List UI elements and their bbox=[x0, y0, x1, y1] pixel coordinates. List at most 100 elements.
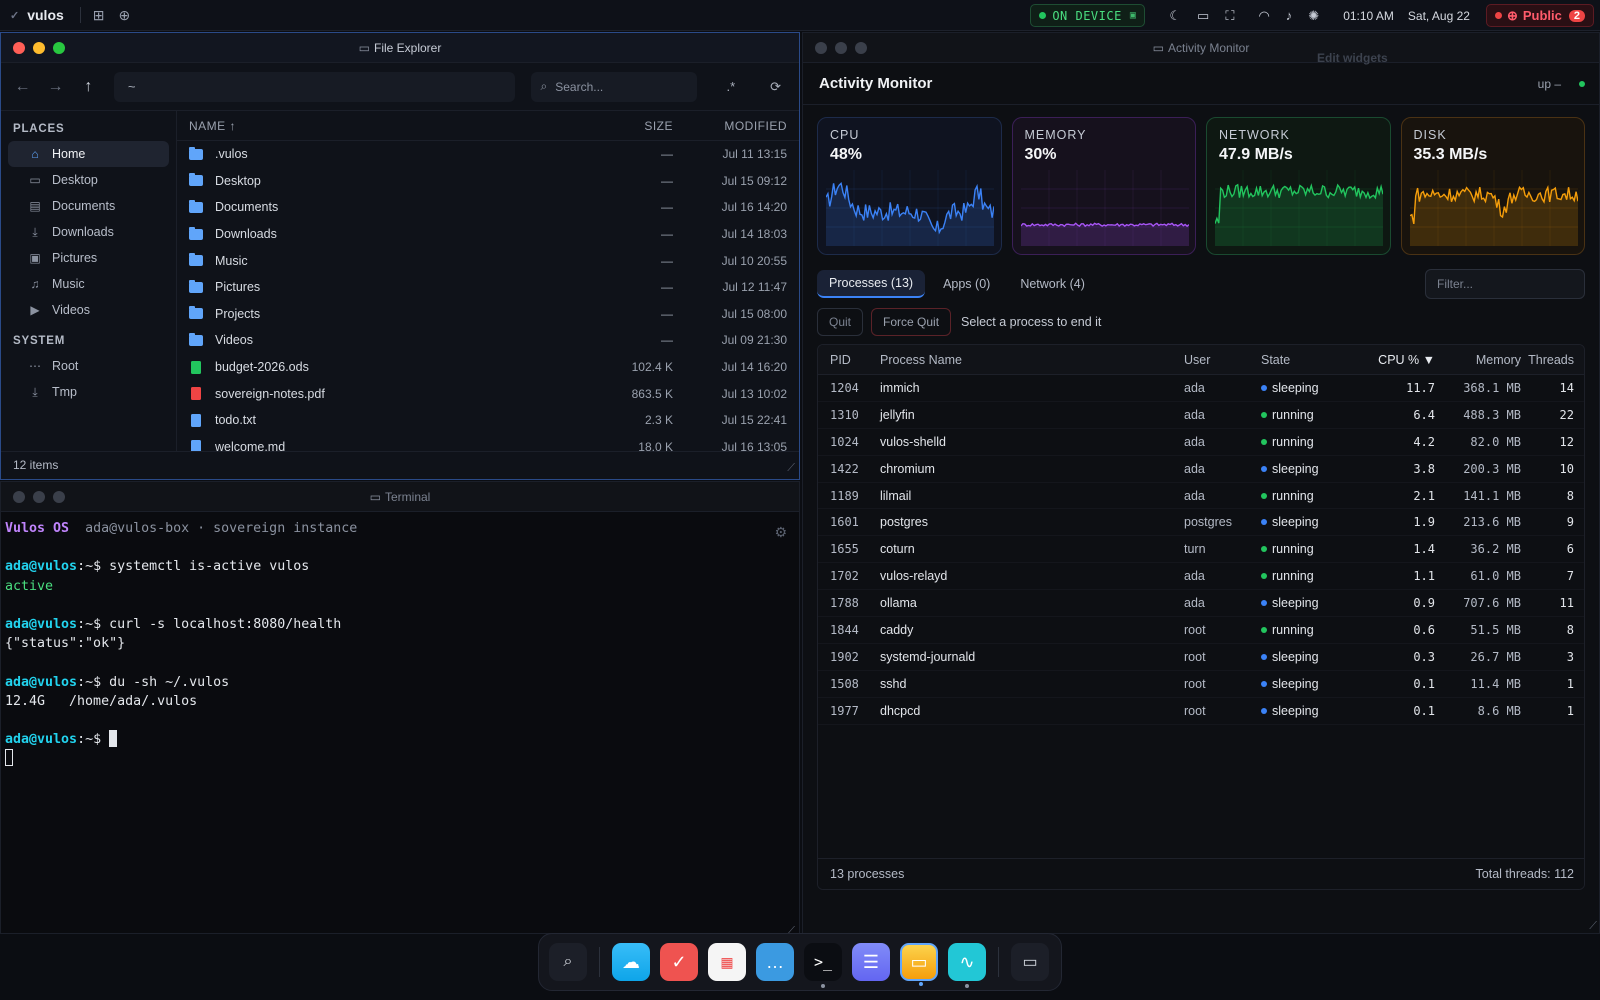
memory-column-header[interactable]: Memory bbox=[1435, 353, 1521, 367]
maximize-button[interactable] bbox=[855, 41, 867, 54]
force-quit-button[interactable]: Force Quit bbox=[871, 308, 952, 336]
minimize-button[interactable] bbox=[33, 490, 45, 503]
table-row[interactable]: 1204 immich ada sleeping 11.7 368.1 MB 14 bbox=[818, 375, 1584, 402]
cpu-card[interactable]: CPU 48% bbox=[817, 117, 1002, 255]
table-row[interactable]: 1655 coturn turn running 1.4 36.2 MB 6 bbox=[818, 536, 1584, 564]
resize-handle-icon[interactable]: ⟋ bbox=[1589, 920, 1597, 933]
sidebar-item-desktop[interactable]: ▭ Desktop bbox=[8, 167, 169, 193]
minimize-button[interactable] bbox=[835, 41, 847, 54]
sidebar-item-downloads[interactable]: ⤓ Downloads bbox=[8, 219, 169, 245]
minimize-button[interactable] bbox=[33, 41, 45, 54]
sidebar-item-documents[interactable]: ▤ Documents bbox=[8, 193, 169, 219]
table-row[interactable]: 1977 dhcpcd root sleeping 0.1 8.6 MB 1 bbox=[818, 698, 1584, 725]
table-row[interactable]: 1310 jellyfin ada running 6.4 488.3 MB 22 bbox=[818, 402, 1584, 429]
sidebar-item-music[interactable]: ♫ Music bbox=[8, 271, 169, 297]
pid-column-header[interactable]: PID bbox=[818, 353, 880, 367]
file-row[interactable]: welcome.md 18.0 K Jul 16 13:05 bbox=[177, 434, 799, 451]
settings-icon[interactable]: ☰ bbox=[852, 943, 890, 981]
search-input[interactable]: ⌕ Search... bbox=[530, 71, 698, 102]
file-row[interactable]: .vulos — Jul 11 13:15 bbox=[177, 141, 799, 168]
edit-widgets-link[interactable]: Edit widgets bbox=[1317, 51, 1388, 65]
network-card[interactable]: NETWORK 47.9 MB/s bbox=[1206, 117, 1391, 255]
window-titlebar[interactable]: ▭ Activity Monitor Edit widgets bbox=[803, 33, 1599, 65]
clock-time[interactable]: 01:10 AM bbox=[1343, 9, 1394, 23]
brightness-icon[interactable]: ✺ bbox=[1308, 8, 1319, 24]
state-column-header[interactable]: State bbox=[1261, 353, 1361, 367]
window-titlebar[interactable]: ▭ Terminal bbox=[1, 482, 799, 512]
sidebar-item-root[interactable]: ⋯ Root bbox=[8, 353, 169, 379]
pocket-icon[interactable]: ✓ bbox=[660, 943, 698, 981]
calendar-icon[interactable]: ▦ bbox=[708, 943, 746, 981]
tab-apps[interactable]: Apps (0) bbox=[931, 271, 1002, 297]
table-row[interactable]: 1508 sshd root sleeping 0.1 11.4 MB 1 bbox=[818, 671, 1584, 698]
sidebar-item-tmp[interactable]: ⤓ Tmp bbox=[8, 379, 169, 405]
file-row[interactable]: todo.txt 2.3 K Jul 15 22:41 bbox=[177, 407, 799, 434]
table-row[interactable]: 1601 postgres postgres sleeping 1.9 213.6 MB 9 bbox=[818, 509, 1584, 537]
window-titlebar[interactable]: ▭ File Explorer bbox=[1, 33, 799, 63]
search-icon[interactable]: ⌕ bbox=[549, 943, 587, 981]
gear-icon[interactable]: ⚙ bbox=[774, 524, 787, 543]
back-button[interactable]: ← bbox=[11, 78, 34, 96]
table-row[interactable]: 1844 caddy root running 0.6 51.5 MB 8 bbox=[818, 617, 1584, 644]
wifi-icon[interactable]: ◠ bbox=[1258, 8, 1269, 24]
file-row[interactable]: sovereign-notes.pdf 863.5 K Jul 13 10:02 bbox=[177, 380, 799, 407]
app-menu[interactable]: ✓ vulos bbox=[0, 7, 64, 23]
link-icon[interactable]: ⊕ bbox=[119, 7, 131, 24]
activity-icon[interactable]: ∿ bbox=[948, 943, 986, 988]
fullscreen-icon[interactable]: ⛶ bbox=[1225, 8, 1234, 24]
files-icon[interactable]: ▭ bbox=[900, 943, 938, 986]
table-row[interactable]: 1702 vulos-relayd ada running 1.1 61.0 MB 7 bbox=[818, 563, 1584, 591]
file-row[interactable]: Desktop — Jul 15 09:12 bbox=[177, 168, 799, 195]
resize-handle-icon[interactable]: ⟋ bbox=[787, 462, 795, 475]
close-button[interactable] bbox=[815, 41, 827, 54]
table-row[interactable]: 1422 chromium ada sleeping 3.8 200.3 MB 10 bbox=[818, 456, 1584, 483]
file-row[interactable]: Projects — Jul 15 08:00 bbox=[177, 301, 799, 328]
modified-column-header[interactable]: MODIFIED bbox=[673, 119, 799, 133]
public-badge[interactable]: ⊕ Public 2 bbox=[1485, 4, 1594, 27]
tab-network[interactable]: Network (4) bbox=[1008, 271, 1097, 297]
moon-icon[interactable]: ☾ bbox=[1169, 8, 1181, 24]
close-button[interactable] bbox=[13, 41, 25, 54]
maximize-button[interactable] bbox=[53, 490, 65, 503]
tab-processes[interactable]: Processes (13) bbox=[817, 270, 926, 298]
sidebar-item-videos[interactable]: ▶ Videos bbox=[8, 297, 169, 323]
close-button[interactable] bbox=[13, 490, 25, 503]
file-row[interactable]: Music — Jul 10 20:55 bbox=[177, 247, 799, 274]
cpu-column-header[interactable]: CPU % ▼ bbox=[1361, 353, 1435, 367]
table-row[interactable]: 1024 vulos-shelld ada running 4.2 82.0 MB 12 bbox=[818, 429, 1584, 456]
chat-bubble-icon[interactable]: ▭ bbox=[1197, 8, 1209, 24]
file-row[interactable]: Pictures — Jul 12 11:47 bbox=[177, 274, 799, 301]
clock-date[interactable]: Sat, Aug 22 bbox=[1408, 9, 1470, 23]
apps-grid-icon[interactable]: ⊞ bbox=[93, 7, 105, 24]
maximize-button[interactable] bbox=[53, 41, 65, 54]
forward-button[interactable]: → bbox=[44, 78, 67, 96]
name-column-header[interactable]: NAME ↑ bbox=[177, 119, 573, 133]
name-column-header[interactable]: Process Name bbox=[880, 353, 1184, 367]
on-device-badge[interactable]: ON DEVICE ▣ bbox=[1030, 4, 1146, 27]
file-row[interactable]: Downloads — Jul 14 18:03 bbox=[177, 221, 799, 248]
filter-input[interactable]: Filter... bbox=[1425, 269, 1585, 299]
chat-icon[interactable]: … bbox=[756, 943, 794, 981]
quit-button[interactable]: Quit bbox=[817, 308, 864, 336]
file-row[interactable]: Documents — Jul 16 14:20 bbox=[177, 194, 799, 221]
table-row[interactable]: 1189 lilmail ada running 2.1 141.1 MB 8 bbox=[818, 483, 1584, 510]
sidebar-item-pictures[interactable]: ▣ Pictures bbox=[8, 245, 169, 271]
size-column-header[interactable]: SIZE bbox=[573, 119, 673, 133]
messages-icon[interactable]: ▭ bbox=[1011, 943, 1049, 981]
file-row[interactable]: Videos — Jul 09 21:30 bbox=[177, 327, 799, 354]
table-row[interactable]: 1902 systemd-journald root sleeping 0.3 26.7 … bbox=[818, 644, 1584, 671]
path-input[interactable]: ~ bbox=[113, 71, 515, 102]
bell-icon[interactable]: ♪ bbox=[1286, 8, 1293, 23]
disk-card[interactable]: DISK 35.3 MB/s bbox=[1400, 117, 1585, 255]
memory-card[interactable]: MEMORY 30% bbox=[1011, 117, 1196, 255]
table-row[interactable]: 1788 ollama ada sleeping 0.9 707.6 MB 11 bbox=[818, 590, 1584, 618]
user-column-header[interactable]: User bbox=[1184, 353, 1261, 367]
refresh-button[interactable]: ⟳ bbox=[762, 79, 789, 95]
file-row[interactable]: budget-2026.ods 102.4 K Jul 14 16:20 bbox=[177, 354, 799, 381]
sidebar-item-home[interactable]: ⌂ Home bbox=[8, 141, 169, 167]
threads-column-header[interactable]: Threads bbox=[1521, 353, 1584, 367]
cloud-upload-icon[interactable]: ☁ bbox=[612, 943, 650, 981]
up-button[interactable]: ↑ bbox=[77, 78, 100, 96]
regex-toggle-button[interactable]: .* bbox=[717, 79, 744, 94]
terminal-icon[interactable]: >_ bbox=[804, 943, 842, 988]
